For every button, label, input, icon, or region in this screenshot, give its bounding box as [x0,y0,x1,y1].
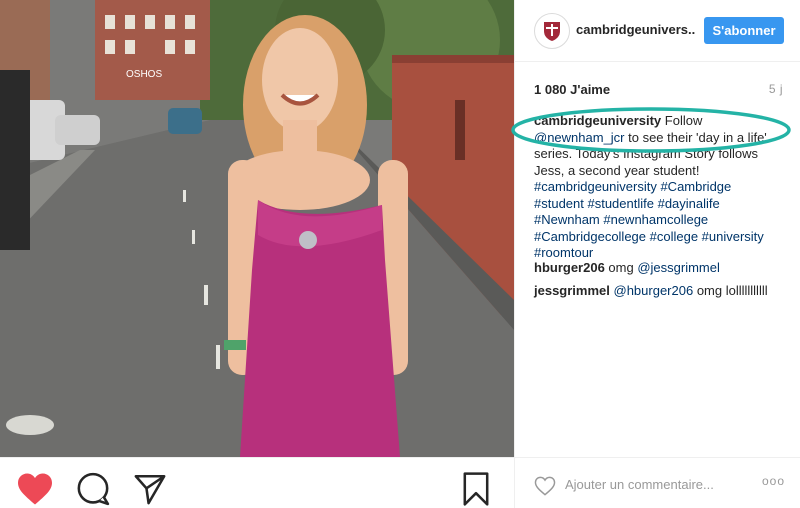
username[interactable]: cambridgeunivers... [576,22,696,37]
photo-sign-text: OSHOS [126,69,162,80]
paper-plane-icon[interactable] [133,472,167,508]
caption-mention[interactable]: @newnham_jcr [534,130,625,145]
comment-username[interactable]: hburger206 [534,260,605,275]
comment-mention[interactable]: @hburger206 [614,283,694,298]
post-photo[interactable]: OSHOS [0,0,514,457]
time-ago[interactable]: 5 j [769,82,783,96]
follow-button[interactable]: S'abonner [704,17,784,44]
post-action-bar [0,457,514,508]
comment-input[interactable] [565,475,755,493]
comment-bubble-icon[interactable] [76,472,110,508]
heart-outline-icon[interactable] [534,476,556,501]
comment-mention[interactable]: @jessgrimmel [637,260,720,275]
comment-item: jessgrimmel @hburger206 omg lollllllllll… [534,283,784,299]
likes-count[interactable]: 1 080 J'aime [534,82,610,97]
caption-username[interactable]: cambridgeuniversity [534,113,661,128]
comment-item: hburger206 omg @jessgrimmel [534,260,784,276]
avatar[interactable] [534,13,570,49]
more-dots-icon[interactable]: ooo [762,474,785,488]
post-header: cambridgeunivers... S'abonner [515,0,800,62]
university-crest-icon [544,22,560,41]
caption-text: Follow [661,113,703,128]
bookmark-icon[interactable] [462,472,490,508]
comment-text: omg [604,260,638,275]
photo-scene: OSHOS [0,0,514,457]
comment-username[interactable]: jessgrimmel [534,283,610,298]
comment-rest: omg lolllllllllll [693,283,768,298]
post-info-panel: cambridgeunivers... S'abonner 1 080 J'ai… [511,0,800,508]
post-caption: cambridgeuniversity Follow @newnham_jcr … [534,113,784,262]
comment-box: ooo [515,457,800,508]
like-heart-icon[interactable] [16,472,54,508]
caption-hashtags[interactable]: #cambridgeuniversity #Cambridge #student… [534,179,764,260]
